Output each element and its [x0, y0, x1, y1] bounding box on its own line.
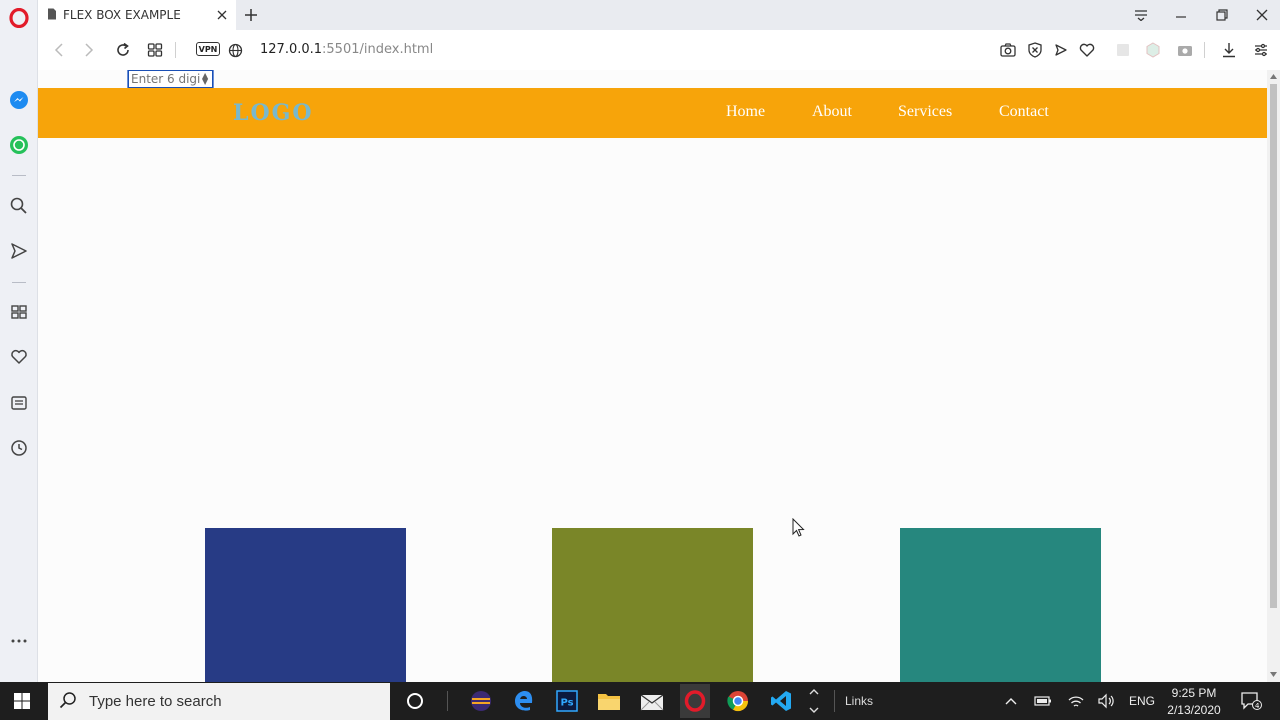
clock-time: 9:25 PM [1171, 686, 1217, 700]
chrome-app-icon[interactable] [723, 686, 753, 716]
vscode-app-icon[interactable] [766, 686, 796, 716]
page-viewport: ▲▼ LOGO Home About Services Contact [38, 70, 1267, 682]
url-field[interactable]: 127.0.0.1:5501/index.html [260, 42, 433, 57]
mail-app-icon[interactable] [637, 686, 667, 716]
nav-contact-link[interactable]: Contact [999, 103, 1049, 121]
downloads-icon[interactable] [1218, 39, 1240, 61]
scroll-up-arrow-icon[interactable] [1270, 74, 1277, 79]
opera-logo-icon[interactable] [0, 3, 38, 33]
action-center-notification-icon[interactable]: 4 [1236, 686, 1266, 716]
battery-icon[interactable] [1028, 686, 1058, 716]
bookmark-heart-icon[interactable] [1076, 39, 1098, 61]
taskbar-clock[interactable]: 9:25 PM 2/13/2020 [1163, 685, 1225, 719]
scroll-down-arrow-icon[interactable] [1270, 672, 1277, 677]
wifi-icon[interactable] [1061, 686, 1091, 716]
reload-icon[interactable] [112, 39, 134, 61]
camera-extension-icon[interactable] [1174, 39, 1196, 61]
photoshop-app-icon[interactable]: Ps [552, 686, 582, 716]
taskbar-scroll-arrows[interactable] [806, 684, 822, 718]
tab-flex-box-example[interactable]: FLEX BOX EXAMPLE [38, 0, 236, 30]
vpn-badge[interactable]: VPN [196, 42, 220, 56]
notification-count: 4 [1255, 702, 1260, 710]
search-placeholder: Type here to search [89, 693, 222, 710]
eclipse-app-icon[interactable] [466, 686, 496, 716]
new-tab-plus-icon[interactable] [242, 6, 260, 24]
six-digit-input[interactable] [127, 70, 214, 89]
windows-taskbar: Type here to search Ps Links ENG 9:25 PM… [0, 682, 1280, 720]
site-logo[interactable]: LOGO [233, 100, 314, 126]
flow-send-icon[interactable] [0, 236, 38, 266]
opera-taskbar-icon[interactable] [680, 684, 710, 718]
tab-title: FLEX BOX EXAMPLE [63, 8, 181, 22]
url-path: :5501/index.html [322, 42, 434, 57]
taskbar-search-box[interactable]: Type here to search [48, 683, 390, 720]
tray-chevron-up-icon[interactable] [996, 686, 1026, 716]
page-scrollbar[interactable] [1267, 70, 1280, 682]
close-window-icon[interactable] [1247, 2, 1277, 28]
volume-icon[interactable] [1091, 686, 1121, 716]
send-to-flow-icon[interactable] [1050, 39, 1072, 61]
minimize-icon[interactable] [1166, 2, 1196, 28]
windows-start-icon[interactable] [7, 686, 37, 716]
file-explorer-icon[interactable] [594, 686, 624, 716]
snapshot-camera-icon[interactable] [997, 39, 1019, 61]
easy-setup-icon[interactable] [1250, 39, 1272, 61]
close-tab-icon[interactable] [214, 7, 230, 23]
clock-date: 2/13/2020 [1167, 703, 1221, 717]
edge-browser-icon[interactable] [509, 686, 539, 716]
forward-arrow-icon[interactable] [78, 39, 100, 61]
speed-dial-icon[interactable] [0, 297, 38, 327]
spinner-arrows-icon[interactable]: ▲ ▼ [202, 72, 208, 86]
heart-icon[interactable] [0, 342, 38, 372]
back-arrow-icon[interactable] [48, 39, 70, 61]
links-toolbar[interactable]: Links [845, 694, 873, 708]
site-navbar: LOGO Home About Services Contact [38, 88, 1267, 138]
nav-services-link[interactable]: Services [898, 103, 952, 121]
nav-about-link[interactable]: About [812, 103, 852, 121]
scrollbar-thumb[interactable] [1270, 84, 1277, 608]
nav-home-link[interactable]: Home [726, 103, 765, 121]
opera-sidebar [0, 0, 38, 682]
flex-box-navy [205, 528, 406, 682]
input-language[interactable]: ENG [1129, 694, 1155, 708]
flex-box-teal [900, 528, 1101, 682]
url-host: 127.0.0.1 [260, 42, 323, 57]
magnifier-icon [59, 691, 77, 712]
tab-strip: FLEX BOX EXAMPLE [38, 0, 1280, 30]
ad-blocker-shield-icon[interactable] [1024, 39, 1046, 61]
speed-dial-grid-icon[interactable] [144, 39, 166, 61]
restore-window-icon[interactable] [1207, 2, 1237, 28]
extension-cube-icon[interactable] [1142, 39, 1164, 61]
flex-box-olive [552, 528, 753, 682]
search-icon[interactable] [0, 191, 38, 221]
cortana-circle-icon[interactable] [400, 686, 430, 716]
tab-menu-icon[interactable] [1126, 2, 1156, 28]
more-dots-icon[interactable] [0, 626, 38, 656]
mouse-cursor-icon [792, 518, 805, 537]
globe-icon[interactable] [224, 39, 246, 61]
history-clock-icon[interactable] [0, 433, 38, 463]
page-document-icon [47, 8, 57, 23]
whatsapp-icon[interactable] [0, 130, 38, 160]
extension-grey-icon[interactable] [1112, 39, 1134, 61]
news-icon[interactable] [0, 388, 38, 418]
svg-text:Ps: Ps [561, 698, 574, 709]
address-toolbar: VPN 127.0.0.1:5501/index.html [38, 30, 1280, 70]
messenger-icon[interactable] [0, 85, 38, 115]
